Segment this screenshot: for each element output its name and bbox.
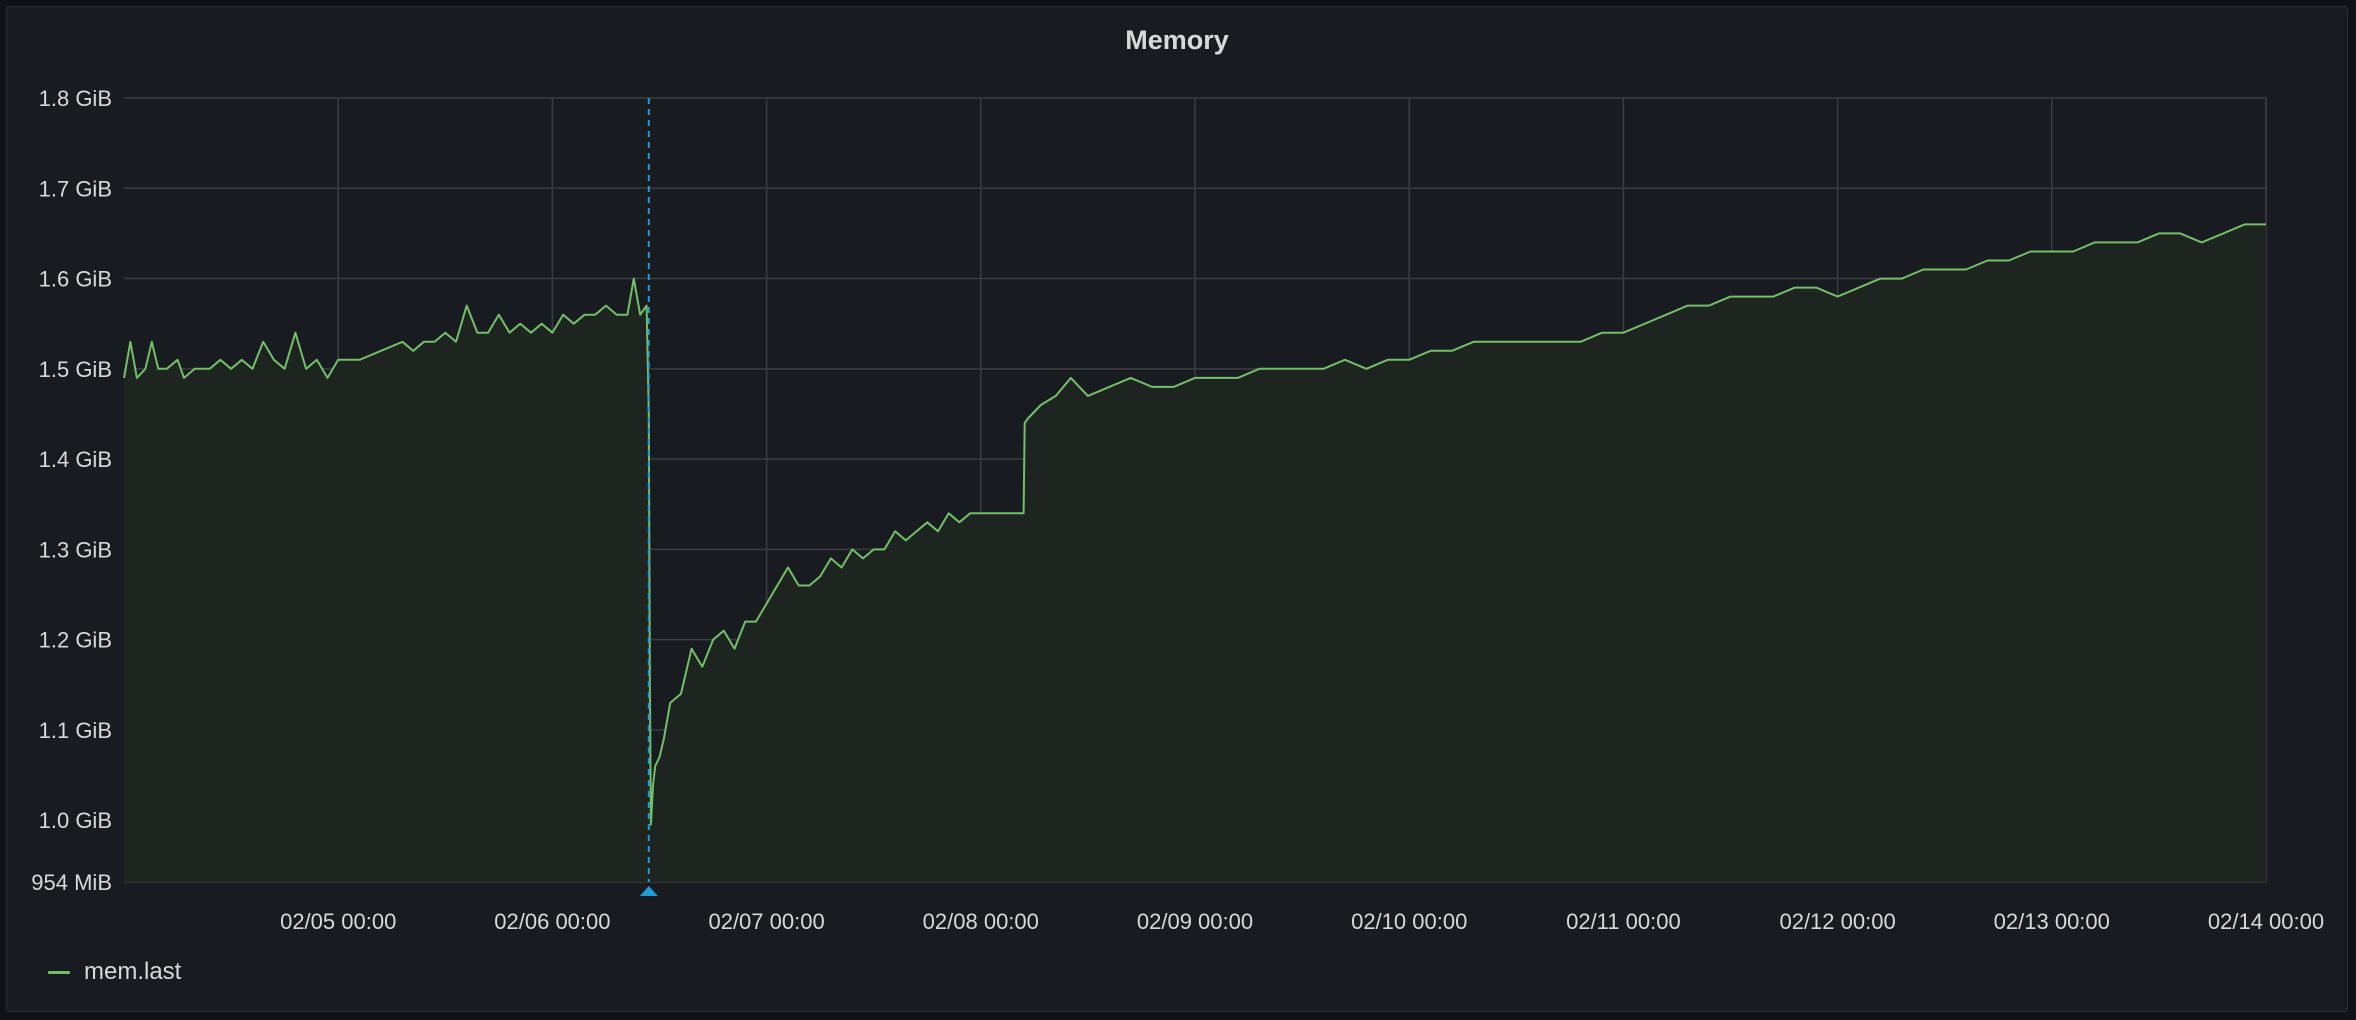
x-tick-label: 02/08 00:00 — [923, 909, 1039, 934]
y-tick-label: 1.5 GiB — [39, 357, 112, 382]
y-tick-label: 1.4 GiB — [39, 447, 112, 472]
x-tick-label: 02/14 00:00 — [2208, 909, 2324, 934]
x-tick-label: 02/12 00:00 — [1779, 909, 1895, 934]
x-tick-label: 02/13 00:00 — [1994, 909, 2110, 934]
y-tick-label: 1.7 GiB — [39, 176, 112, 201]
x-tick-label: 02/09 00:00 — [1137, 909, 1253, 934]
y-tick-label: 1.1 GiB — [39, 718, 112, 743]
chart-legend[interactable]: mem.last — [48, 958, 181, 986]
legend-swatch-mem-last — [48, 970, 70, 974]
y-tick-label: 954 MiB — [31, 870, 112, 895]
x-tick-label: 02/07 00:00 — [708, 909, 824, 934]
y-axis: 954 MiB 1.0 GiB 1.1 GiB 1.2 GiB 1.3 GiB 1.4 G… — [31, 86, 112, 895]
y-tick-label: 1.0 GiB — [39, 808, 112, 833]
x-tick-label: 02/06 00:00 — [494, 909, 610, 934]
y-tick-label: 1.8 GiB — [39, 86, 112, 111]
x-tick-label: 02/10 00:00 — [1351, 909, 1467, 934]
y-tick-label: 1.6 GiB — [39, 267, 112, 292]
x-tick-label: 02/11 00:00 — [1566, 909, 1681, 934]
y-tick-label: 1.2 GiB — [39, 628, 112, 653]
annotation-marker-icon[interactable] — [639, 886, 658, 896]
x-tick-label: 02/05 00:00 — [280, 909, 396, 934]
legend-label-mem-last[interactable]: mem.last — [84, 958, 181, 986]
x-axis: 02/05 00:00 02/06 00:00 02/07 00:00 02/08 0… — [280, 909, 2324, 934]
memory-chart[interactable]: 954 MiB 1.0 GiB 1.1 GiB 1.2 GiB 1.3 GiB 1.4 G… — [0, 0, 2356, 1020]
y-tick-label: 1.3 GiB — [39, 537, 112, 562]
